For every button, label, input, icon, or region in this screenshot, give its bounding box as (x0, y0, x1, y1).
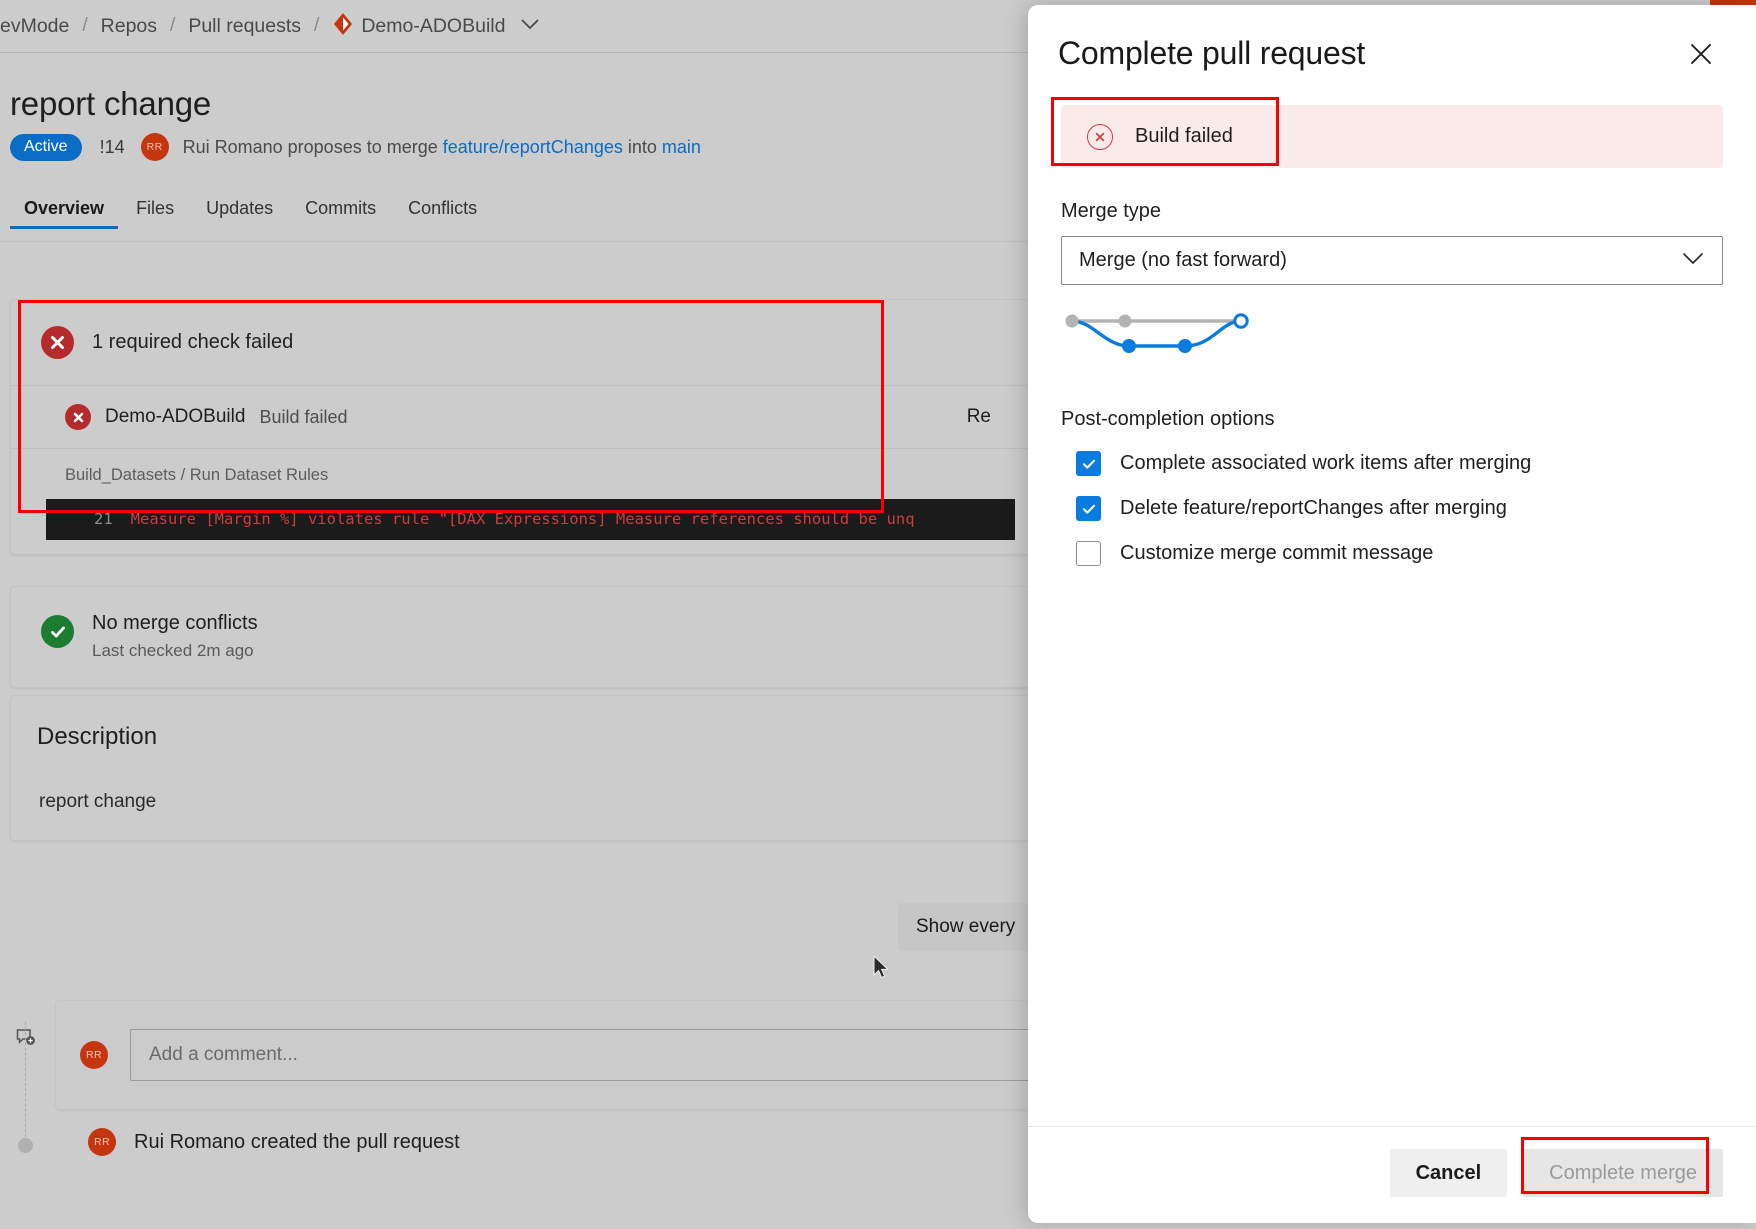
merge-strategy-diagram (1063, 311, 1723, 368)
timeline-dot (18, 1138, 33, 1153)
complete-merge-button[interactable]: Complete merge (1523, 1149, 1723, 1197)
pr-number: !14 (100, 137, 125, 158)
merge-type-value: Merge (no fast forward) (1079, 249, 1287, 272)
merge-conflicts-subtitle: Last checked 2m ago (92, 641, 258, 661)
mouse-cursor (872, 955, 892, 988)
tab-overview[interactable]: Overview (8, 192, 120, 233)
log-line-number: 21 (46, 510, 131, 528)
status-badge: Active (10, 134, 82, 161)
description-body: report change (39, 791, 156, 813)
comment-input[interactable]: Add a comment... (130, 1029, 1030, 1081)
breadcrumb-item-repo-name[interactable]: Demo-ADOBuild (361, 15, 505, 38)
check-detail-left: Demo-ADOBuild Build failed (65, 404, 348, 430)
tab-commits[interactable]: Commits (289, 192, 392, 233)
required-checks-card: 1 required check failed Demo-ADOBuild Bu… (10, 299, 1038, 555)
post-completion-options-list: Complete associated work items after mer… (1061, 451, 1723, 566)
log-line-text: Measure [Margin %] violates rule "[DAX E… (131, 510, 915, 528)
source-branch-link[interactable]: feature/reportChanges (443, 137, 623, 157)
option-customize-merge-message[interactable]: Customize merge commit message (1076, 541, 1723, 566)
build-failed-label: Build failed (1135, 125, 1233, 148)
breadcrumb-separator: / (82, 15, 87, 37)
error-circle-icon (1087, 124, 1113, 150)
error-icon-small (65, 404, 91, 430)
log-line: 21Measure [Margin %] violates rule "[DAX… (46, 508, 1015, 531)
option-label: Complete associated work items after mer… (1120, 452, 1531, 475)
checkbox-checked-icon[interactable] (1076, 451, 1101, 476)
panel-header: Complete pull request (1028, 5, 1756, 73)
merge-conflicts-text: No merge conflicts Last checked 2m ago (92, 611, 258, 661)
repo-icon (332, 12, 354, 41)
tab-conflicts[interactable]: Conflicts (392, 192, 493, 233)
post-completion-options-label: Post-completion options (1061, 408, 1723, 431)
tab-updates[interactable]: Updates (190, 192, 289, 233)
merge-type-select[interactable]: Merge (no fast forward) (1061, 236, 1723, 285)
panel-footer: Cancel Complete merge (1028, 1126, 1756, 1223)
pr-merge-description: Rui Romano proposes to merge feature/rep… (183, 137, 701, 158)
screen-root: evMode / Repos / Pull requests / Demo-AD… (0, 0, 1756, 1229)
pr-meta-mid: into (623, 137, 662, 157)
check-status: Build failed (259, 407, 347, 428)
panel-title: Complete pull request (1058, 35, 1365, 72)
checks-summary-label: 1 required check failed (92, 331, 293, 354)
description-heading: Description (37, 723, 157, 751)
add-comment-card: RR Add a comment... (55, 1000, 1055, 1110)
breadcrumb-separator: / (170, 15, 175, 37)
pr-tabs: Overview Files Updates Commits Conflicts (8, 192, 493, 233)
log-terminal[interactable]: 21Measure [Margin %] violates rule "[DAX… (46, 499, 1015, 540)
avatar: RR (141, 133, 169, 161)
check-log-block: Build_Datasets / Run Dataset Rules 21Mea… (11, 448, 1037, 554)
check-name[interactable]: Demo-ADOBuild (105, 406, 245, 428)
chevron-down-icon (1682, 252, 1704, 270)
description-card: Description report change (10, 695, 1038, 841)
checkbox-unchecked-icon[interactable] (1076, 541, 1101, 566)
build-failed-banner: Build failed (1061, 105, 1723, 168)
merge-conflicts-card: No merge conflicts Last checked 2m ago (10, 586, 1038, 688)
option-delete-source-branch[interactable]: Delete feature/reportChanges after mergi… (1076, 496, 1723, 521)
activity-event-row: RR Rui Romano created the pull request (88, 1128, 460, 1156)
check-detail: Demo-ADOBuild Build failed Re Build_Data… (11, 385, 1037, 554)
success-icon (41, 615, 74, 648)
checks-summary-row: 1 required check failed (11, 300, 1037, 385)
breadcrumb-separator: / (314, 15, 319, 37)
merge-conflicts-title: No merge conflicts (92, 611, 258, 636)
page-title: report change (10, 85, 211, 123)
activity-timeline-rail (25, 1022, 27, 1137)
breadcrumb-item-repos[interactable]: Repos (101, 15, 157, 38)
option-complete-work-items[interactable]: Complete associated work items after mer… (1076, 451, 1723, 476)
panel-body: Build failed Merge type Merge (no fast f… (1028, 73, 1756, 1126)
avatar: RR (88, 1128, 116, 1156)
check-detail-header: Demo-ADOBuild Build failed Re (11, 386, 1037, 448)
breadcrumb-item-project[interactable]: evMode (0, 15, 69, 38)
target-branch-link[interactable]: main (662, 137, 701, 157)
merge-type-label: Merge type (1061, 200, 1723, 223)
cancel-button[interactable]: Cancel (1390, 1149, 1508, 1197)
option-label: Delete feature/reportChanges after mergi… (1120, 497, 1507, 520)
checkbox-checked-icon[interactable] (1076, 496, 1101, 521)
option-label: Customize merge commit message (1120, 542, 1433, 565)
avatar: RR (80, 1041, 108, 1069)
tab-files[interactable]: Files (120, 192, 190, 233)
activity-event-text: Rui Romano created the pull request (134, 1131, 460, 1154)
pr-meta: Active !14 RR Rui Romano proposes to mer… (10, 133, 701, 161)
requeue-button[interactable]: Re (967, 406, 1013, 428)
pr-meta-prefix: Rui Romano proposes to merge (183, 137, 443, 157)
complete-pull-request-panel: Complete pull request Build failed Merge… (1028, 5, 1756, 1223)
breadcrumb-item-pull-requests[interactable]: Pull requests (188, 15, 301, 38)
log-stage-path: Build_Datasets / Run Dataset Rules (11, 449, 1037, 499)
close-icon[interactable] (1682, 35, 1720, 73)
error-icon (41, 326, 74, 359)
chevron-down-icon[interactable] (519, 17, 541, 36)
